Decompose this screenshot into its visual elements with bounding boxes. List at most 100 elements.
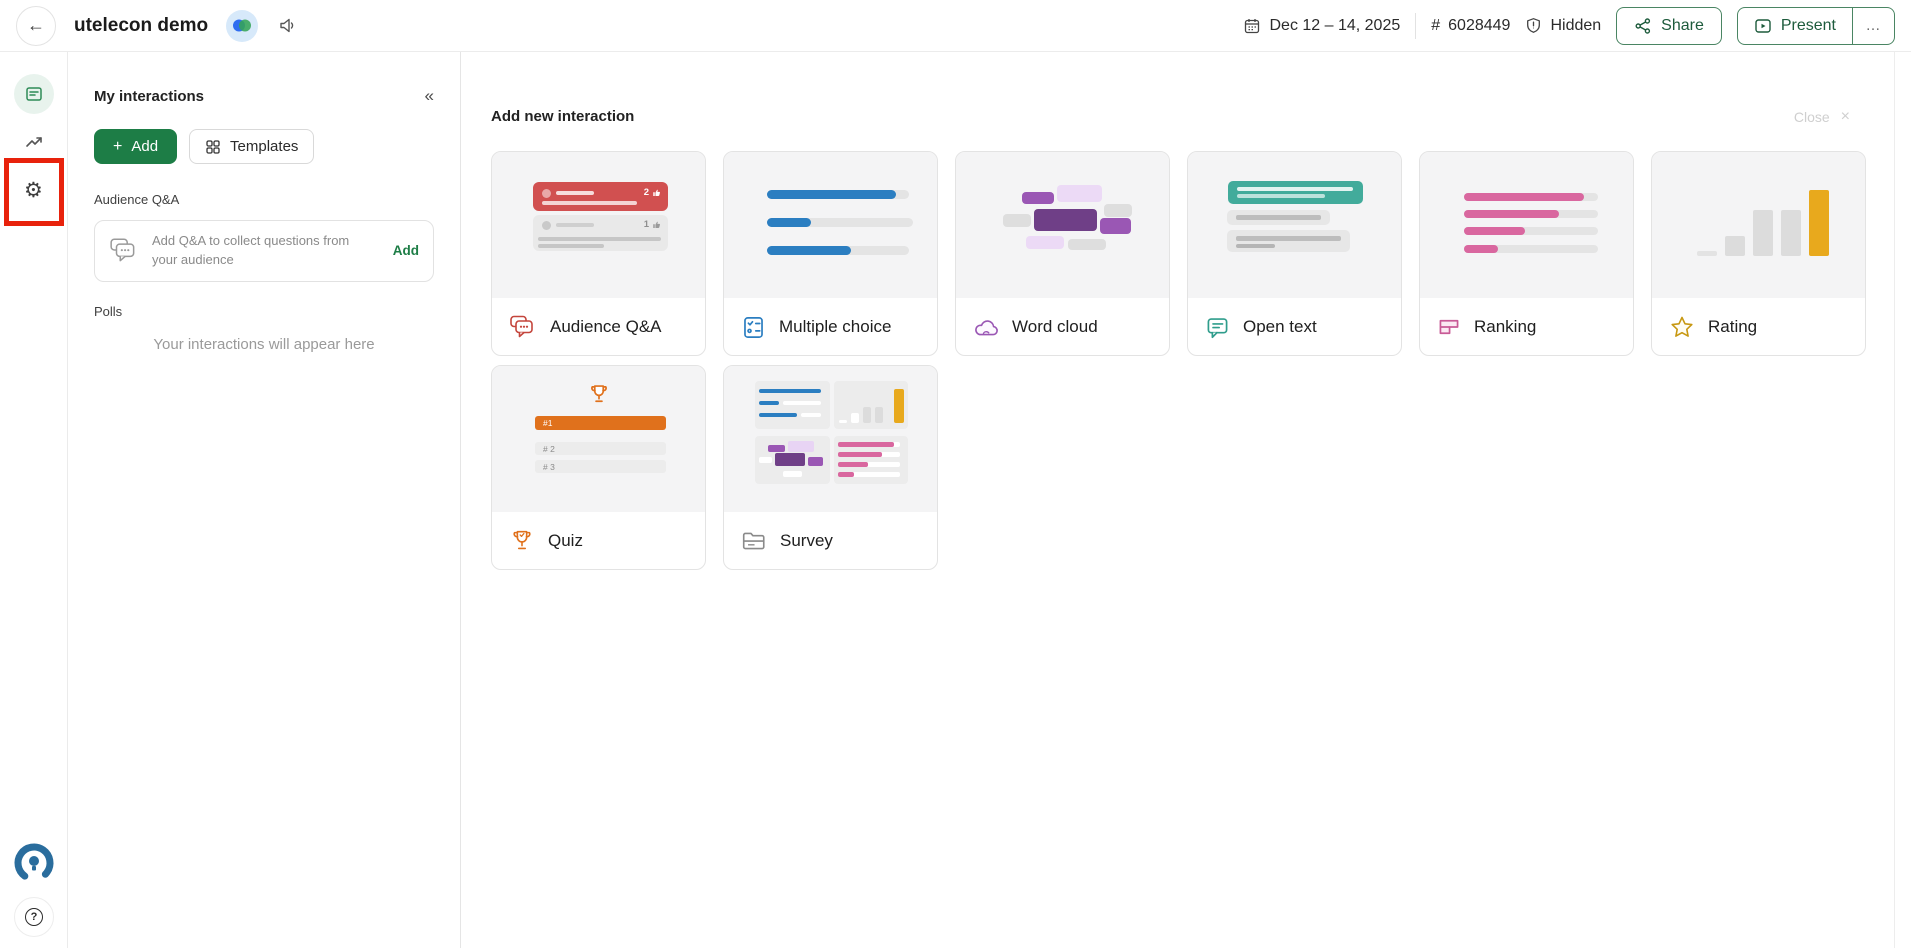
word-block: [1003, 214, 1031, 227]
mini-chart-bar: [863, 407, 871, 423]
sidebar-title: My interactions: [94, 88, 204, 105]
text-line: [538, 237, 661, 241]
mini-tile-rating: [834, 381, 908, 429]
qa-add-link[interactable]: Add: [393, 243, 419, 258]
card-thumbnail: [724, 366, 937, 512]
ellipsis-icon: …: [1866, 17, 1882, 34]
mini-fill: [838, 472, 854, 477]
mini-bar: [801, 413, 821, 417]
nav-rail: ⚙ ?: [0, 52, 68, 948]
calendar-icon: [1243, 17, 1261, 35]
card-thumbnail: #1 # 2 # 3: [492, 366, 705, 512]
card-label-row: Multiple choice: [724, 298, 937, 356]
quiz-rank-1: #1: [535, 416, 666, 430]
bar-track: [1464, 245, 1598, 253]
card-open-text[interactable]: Open text: [1187, 151, 1402, 356]
rail-item-trends[interactable]: [24, 132, 44, 157]
text-line: [1237, 187, 1353, 191]
card-rating[interactable]: Rating: [1651, 151, 1866, 356]
present-button[interactable]: Present: [1738, 8, 1852, 44]
card-label-row: Open text: [1188, 298, 1401, 356]
present-more-button[interactable]: …: [1852, 8, 1894, 44]
word-block: [1100, 218, 1131, 234]
date-chip[interactable]: Dec 12 – 14, 2025: [1243, 17, 1400, 35]
mini-tile-wordcloud: [755, 436, 830, 484]
avatar: [542, 189, 551, 198]
gray-bubble: [1227, 210, 1330, 225]
shield-icon: [1525, 17, 1542, 34]
word-block: [1034, 209, 1097, 231]
chevron-double-left-icon: «: [425, 86, 434, 105]
back-button[interactable]: ←: [16, 6, 56, 46]
rail-item-interactions[interactable]: [14, 74, 54, 114]
help-button[interactable]: ?: [14, 897, 54, 937]
mini-track: [838, 462, 900, 467]
hidden-status[interactable]: Hidden: [1525, 17, 1601, 35]
card-ranking[interactable]: Ranking: [1419, 151, 1634, 356]
thumbs-up-icon: [652, 188, 661, 197]
card-label: Ranking: [1474, 317, 1536, 337]
bar-track: [1464, 193, 1598, 201]
mini-track: [838, 452, 900, 457]
templates-label: Templates: [230, 138, 298, 155]
spinner-bulb-icon: [12, 841, 56, 885]
polls-section-label: Polls: [94, 304, 434, 319]
onboarding-logo[interactable]: [12, 841, 56, 890]
card-multiple-choice[interactable]: Multiple choice: [723, 151, 938, 356]
vote-count: 2: [644, 187, 661, 198]
thumbs-up-icon: [652, 220, 661, 229]
bar-fill: [1464, 193, 1584, 201]
mini-chart-bar: [839, 420, 847, 423]
card-survey[interactable]: Survey: [723, 365, 938, 570]
bar-fill: [767, 190, 896, 199]
card-thumbnail: [1188, 152, 1401, 298]
card-label-row: Rating: [1652, 298, 1865, 356]
vote-number: 2: [644, 187, 649, 198]
card-quiz[interactable]: #1 # 2 # 3 Quiz: [491, 365, 706, 570]
top-bar: ← utelecon demo: [0, 0, 1911, 52]
close-button[interactable]: Close ×: [1794, 109, 1850, 125]
share-icon: [1634, 17, 1652, 35]
divider: [1415, 13, 1416, 39]
mini-bar: [759, 413, 797, 417]
rail-item-settings[interactable]: ⚙: [24, 180, 43, 202]
card-audience-qa[interactable]: 2 1: [491, 151, 706, 356]
rank-label: # 2: [543, 444, 555, 454]
text-line: [1236, 215, 1321, 220]
card-label: Survey: [780, 531, 833, 551]
qa-add-card: Add Q&A to collect questions from your a…: [94, 220, 434, 282]
folder-icon: [741, 529, 767, 553]
star-icon: [1669, 315, 1695, 340]
present-button-group: Present …: [1737, 7, 1895, 45]
mini-word: [788, 441, 814, 452]
megaphone-icon[interactable]: [278, 16, 297, 35]
logo-badge[interactable]: [226, 10, 258, 42]
card-word-cloud[interactable]: Word cloud: [955, 151, 1170, 356]
mini-word: [759, 457, 772, 463]
card-label-row: Audience Q&A: [492, 298, 705, 356]
word-block: [1026, 236, 1064, 249]
word-block: [1104, 204, 1132, 217]
card-label-row: Survey: [724, 512, 937, 570]
share-button[interactable]: Share: [1616, 7, 1722, 45]
word-block: [1022, 192, 1054, 204]
mini-chart-bar: [851, 413, 859, 423]
card-label-row: Quiz: [492, 512, 705, 570]
collapse-sidebar-button[interactable]: «: [425, 86, 434, 106]
main-panel: Add new interaction Close × 2: [461, 52, 1895, 948]
quiz-rank-2: # 2: [535, 442, 666, 455]
session-code-chip[interactable]: # 6028449: [1431, 17, 1510, 35]
text-line: [1237, 194, 1325, 198]
card-thumbnail: [1652, 152, 1865, 298]
bar-fill: [767, 218, 811, 227]
bar-track: [1464, 210, 1598, 218]
templates-button[interactable]: Templates: [189, 129, 314, 164]
card-thumbnail: 2 1: [492, 152, 705, 298]
grid-icon: [205, 139, 221, 155]
chart-bar: [1781, 210, 1801, 256]
ranking-icon: [1437, 315, 1461, 339]
add-button[interactable]: + Add: [94, 129, 177, 164]
top-bar-right: Dec 12 – 14, 2025 # 6028449 Hidden: [1243, 7, 1895, 45]
qa-red-bubble: 2: [533, 182, 668, 211]
app-window: ← utelecon demo: [0, 0, 1911, 948]
